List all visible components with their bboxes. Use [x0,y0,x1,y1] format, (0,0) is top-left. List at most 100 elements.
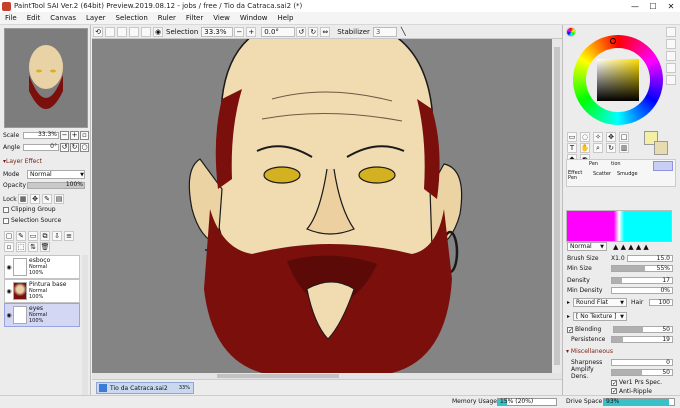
layer-effect-header[interactable]: Layer Effect [6,158,42,165]
menu-filter[interactable]: Filter [181,14,208,22]
min-density-slider[interactable]: 0% [611,287,673,294]
rotate-ccw-button[interactable]: ↺ [296,26,307,37]
opacity-slider[interactable]: 100% [27,181,85,189]
selected-tool[interactable] [653,161,673,171]
clipping-group-checkbox[interactable] [3,206,9,213]
clear-layer-icon[interactable]: ▫ [4,242,14,252]
lock-paint-icon[interactable]: ✎ [42,194,52,204]
tool-line[interactable]: tion [611,161,621,167]
tool-pen[interactable]: Pen [589,161,598,167]
rotate-cw-button[interactable]: ↻ [308,26,319,37]
menu-edit[interactable]: Edit [22,14,46,22]
toolbar-button-5[interactable] [141,26,151,37]
stabilizer-select[interactable]: 3 [372,26,397,37]
zoom-reset-button[interactable]: ▫ [80,131,89,140]
layer-menu-icon[interactable]: ≡ [64,231,74,241]
panel-button-5[interactable] [666,75,676,85]
selection-eye-icon[interactable]: ◉ [153,26,163,37]
zoom-in-button[interactable]: + [70,131,79,140]
zoom-plus-button[interactable]: + [246,26,257,37]
zoom-minus-button[interactable]: − [234,26,245,37]
min-size-slider[interactable]: 55% [611,265,673,272]
tool-effect-pen[interactable]: Effect Pen [568,171,582,181]
saturation-value-square[interactable] [597,59,639,101]
layer-list-scrollbar[interactable] [82,255,88,395]
amplify-slider[interactable]: 50 [611,369,673,376]
menu-ruler[interactable]: Ruler [153,14,181,22]
blending-slider[interactable]: 50 [613,326,673,333]
color-wheel[interactable] [573,35,663,125]
navigator-preview[interactable] [4,28,88,128]
canvas-vertical-scrollbar[interactable] [552,39,562,373]
layer-item-pintura-base[interactable]: ◉ Pintura base Normal 100% [4,279,80,303]
misc-header[interactable]: ▾ Miscellaneous [566,348,613,355]
move-icon[interactable]: ✥ [606,132,616,142]
delete-layer-icon[interactable]: 🗑 [40,242,50,252]
close-button[interactable]: ✕ [662,0,680,12]
selection-source-checkbox[interactable] [3,217,9,224]
color-swatches[interactable] [566,210,672,242]
vertical-scroll-thumb[interactable] [554,47,560,365]
rotate-left-button[interactable]: ↺ [60,143,69,152]
panel-button-1[interactable] [666,27,676,37]
blending-checkbox[interactable]: ✓ [567,326,573,333]
hand-icon[interactable]: ✋ [580,143,590,153]
eye-icon[interactable]: ◉ [5,312,13,319]
zoom-out-button[interactable]: − [60,131,69,140]
hair-slider[interactable]: 100 [649,299,673,306]
brush-size-slider[interactable]: 15.0 [627,255,673,262]
color-wheel-tab-icon[interactable] [566,27,576,37]
canvas[interactable] [92,39,562,373]
lock-move-icon[interactable]: ✥ [30,194,40,204]
tool-smudge[interactable]: Smudge [617,171,638,177]
lasso-icon[interactable]: ◌ [580,132,590,142]
density-slider[interactable]: 17 [611,277,673,284]
transfer-icon[interactable]: ⇅ [28,242,38,252]
line-tool-icon[interactable]: ╲ [401,27,406,36]
hue-marker[interactable] [610,38,616,44]
document-tab[interactable]: Tio da Catraca.sai2 33% [96,382,194,394]
panel-button-3[interactable] [666,51,676,61]
tool-scatter[interactable]: Scatter [593,171,611,177]
angle-select[interactable]: 0.0° [261,26,296,37]
flip-button[interactable]: ⇔ [320,26,331,37]
panel-button-4[interactable] [666,63,676,73]
anti-ripple-checkbox[interactable]: ✓ [611,388,617,395]
secondary-color-swatch[interactable] [654,141,668,155]
lock-alpha-icon[interactable]: ▤ [54,194,64,204]
menu-layer[interactable]: Layer [81,14,111,22]
scale-slider[interactable]: 33.3% [23,131,59,139]
toolbar-button-4[interactable] [129,26,139,37]
lock-pixels-icon[interactable]: ▦ [18,194,28,204]
new-folder-icon[interactable]: ▭ [28,231,38,241]
blend-mode-select[interactable]: Normal ▼ [27,170,85,179]
horizontal-scroll-thumb[interactable] [217,374,339,378]
layer-item-esboco[interactable]: ◉ esboço Normal 100% [4,255,80,279]
menu-help[interactable]: Help [272,14,298,22]
rotate-tool-icon[interactable]: ↻ [606,143,616,153]
merge-down-icon[interactable]: ⇩ [52,231,62,241]
magic-wand-icon[interactable]: ✧ [593,132,603,142]
persistence-slider[interactable]: 19 [611,336,673,343]
layer-item-eyes[interactable]: ◉ eyes Normal 100% [4,303,80,327]
maximize-button[interactable]: ☐ [644,0,662,12]
rotate-view-icon[interactable]: ⟲ [93,26,103,37]
menu-view[interactable]: View [208,14,235,22]
menu-file[interactable]: File [0,14,22,22]
texture-select[interactable]: [ No Texture ] ▼ [573,312,627,321]
eye-icon[interactable]: ◉ [5,288,13,295]
zoom-select[interactable]: 33.3% [201,26,234,37]
zoom-tool-icon[interactable]: ⌕ [593,143,603,153]
rotate-right-button[interactable]: ↻ [70,143,79,152]
gradient-icon[interactable]: ▥ [619,143,629,153]
new-linework-icon[interactable]: ✎ [16,231,26,241]
panel-button-2[interactable] [666,39,676,49]
toolbar-button-3[interactable] [117,26,127,37]
brush-shape-triangle-icon[interactable]: ▲ ▲ ▲ ▲ ▲ [613,243,649,251]
eye-icon[interactable]: ◉ [5,264,13,271]
brush-size-multiplier[interactable]: X1.0 [611,255,627,262]
menu-window[interactable]: Window [235,14,273,22]
minimize-button[interactable]: — [626,0,644,12]
new-layer-icon[interactable]: ▢ [4,231,14,241]
text-tool-icon[interactable]: T [567,143,577,153]
